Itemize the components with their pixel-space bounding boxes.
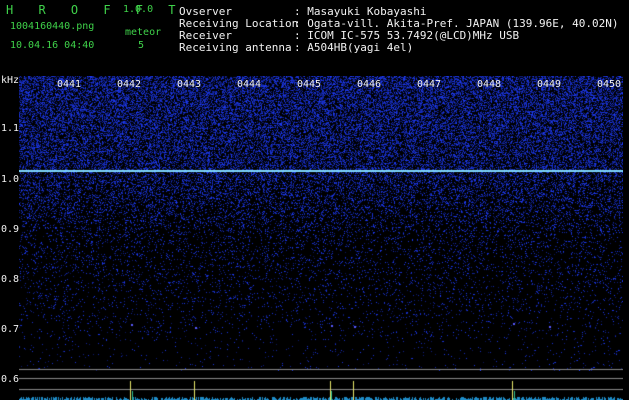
meteor-counter-label: meteor bbox=[125, 27, 162, 38]
station-value-receiver: : ICOM IC-575 53.7492(@LCD)MHz USB bbox=[294, 29, 520, 42]
station-label-receiver: Receiver bbox=[179, 29, 232, 42]
freq-label-0-9: 0.9 bbox=[1, 224, 20, 235]
meteor-detection-strip bbox=[19, 371, 623, 400]
capture-datetime: 10.04.16 04:40 bbox=[10, 40, 95, 51]
time-label-0449: 0449 bbox=[537, 79, 562, 90]
axis-unit-label: kHz bbox=[1, 75, 20, 86]
time-label-0450: 0450 bbox=[597, 79, 622, 90]
station-value-observer: : Masayuki Kobayashi bbox=[294, 5, 427, 18]
station-label-antenna: Receiving antenna bbox=[179, 41, 292, 54]
app-version: 1.0.0 bbox=[123, 4, 154, 15]
freq-label-1-1: 1.1 bbox=[1, 123, 20, 134]
station-label-location: Receiving Location bbox=[179, 17, 299, 30]
meteor-counter-value: 5 bbox=[138, 40, 145, 51]
freq-label-0-6: 0.6 bbox=[1, 374, 20, 385]
station-value-location: : Ogata-vill. Akita-Pref. JAPAN (139.96E… bbox=[294, 17, 619, 30]
time-label-0443: 0443 bbox=[177, 79, 202, 90]
station-value-antenna: : A504HB(yagi 4el) bbox=[294, 41, 414, 54]
freq-label-0-7: 0.7 bbox=[1, 324, 20, 335]
time-label-0448: 0448 bbox=[477, 79, 502, 90]
spectrogram-waterfall bbox=[19, 76, 623, 371]
station-label-observer: Ovserver bbox=[179, 5, 232, 18]
time-label-0446: 0446 bbox=[357, 79, 382, 90]
freq-label-0-8: 0.8 bbox=[1, 274, 20, 285]
hroffft-window: { "app": { "logo": "H R O F F T", "versi… bbox=[0, 0, 629, 400]
image-filename: 1004160440.png bbox=[10, 21, 95, 32]
freq-label-1-0: 1.0 bbox=[1, 174, 20, 185]
time-label-0441: 0441 bbox=[57, 79, 82, 90]
time-label-0442: 0442 bbox=[117, 79, 142, 90]
time-label-0447: 0447 bbox=[417, 79, 442, 90]
time-label-0444: 0444 bbox=[237, 79, 262, 90]
app-logo: H R O F F T bbox=[6, 3, 185, 17]
time-label-0445: 0445 bbox=[297, 79, 322, 90]
